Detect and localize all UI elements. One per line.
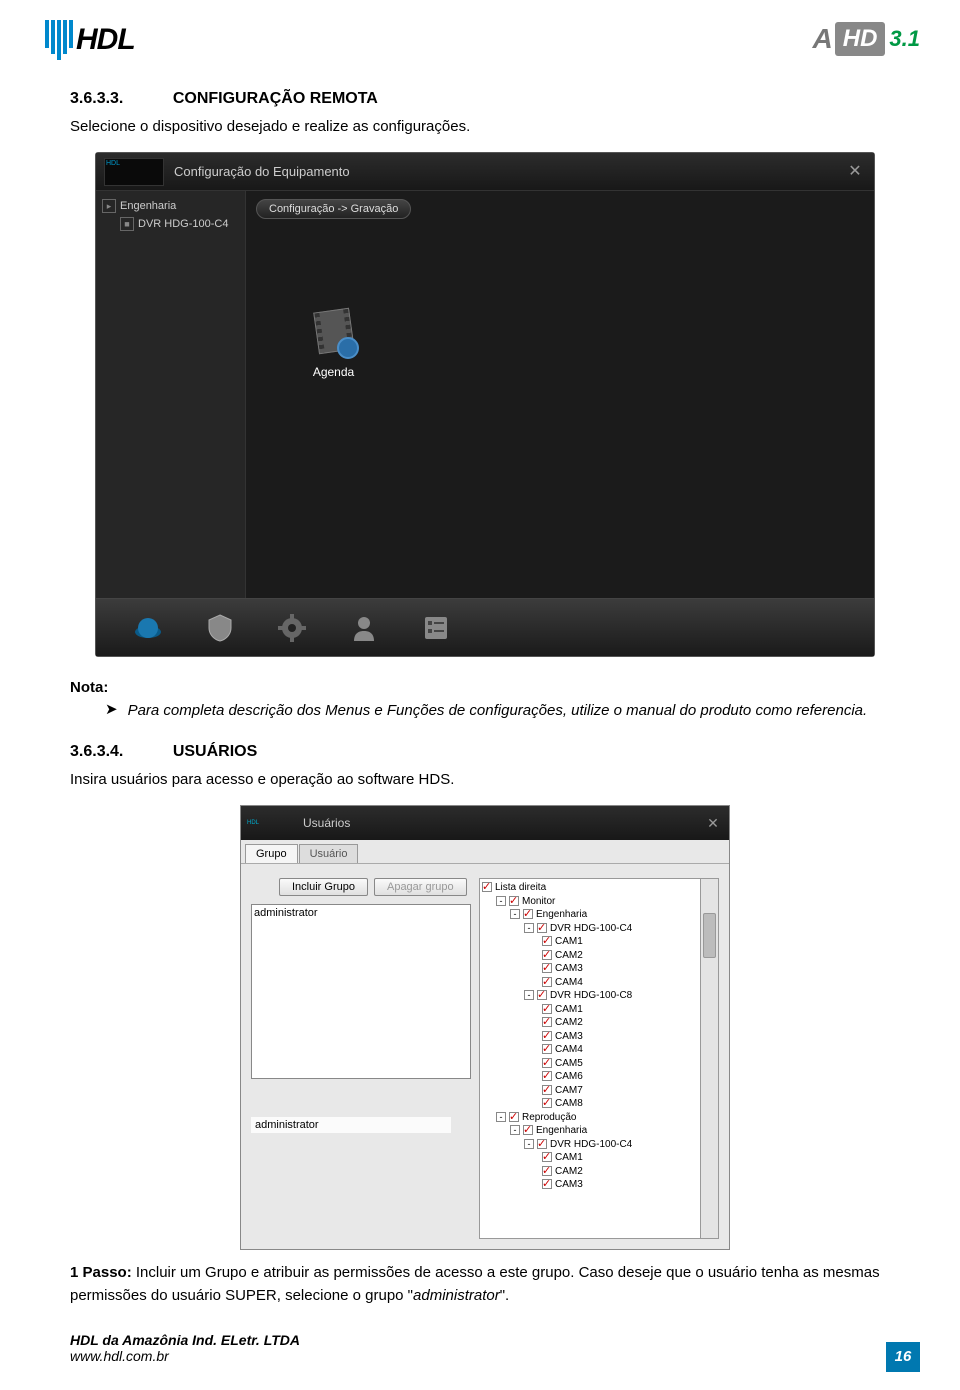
checkbox-icon[interactable] bbox=[542, 1058, 552, 1068]
note-bullet: ➤ Para completa descrição dos Menus e Fu… bbox=[105, 700, 900, 721]
checkbox-icon[interactable] bbox=[542, 1179, 552, 1189]
section-text: Selecione o dispositivo desejado e reali… bbox=[70, 116, 900, 137]
tree-child-label: DVR HDG-100-C4 bbox=[138, 218, 228, 230]
logo-hdl-text: HDL bbox=[76, 23, 135, 57]
checkbox-icon[interactable] bbox=[523, 1125, 533, 1135]
toolbar-user-icon[interactable] bbox=[342, 608, 386, 648]
window-title: Usuários bbox=[303, 816, 350, 830]
scroll-thumb[interactable] bbox=[703, 913, 716, 958]
toolbar-checklist-icon[interactable] bbox=[414, 608, 458, 648]
tree-root-label: Engenharia bbox=[120, 200, 176, 212]
titlebar: HDL Configuração do Equipamento ✕ bbox=[96, 153, 874, 191]
folder-icon: ▸ bbox=[102, 199, 116, 213]
checkbox-icon[interactable] bbox=[542, 1044, 552, 1054]
collapse-icon[interactable]: - bbox=[524, 923, 534, 933]
checkbox-icon[interactable] bbox=[509, 896, 519, 906]
toolbar-gear-icon[interactable] bbox=[270, 608, 314, 648]
left-column: Incluir Grupo Apagar grupo administrator… bbox=[251, 878, 471, 1239]
checkbox-icon[interactable] bbox=[542, 1004, 552, 1014]
bullet-arrow-icon: ➤ bbox=[105, 700, 118, 721]
page-footer: HDL da Amazônia Ind. ELetr. LTDA www.hdl… bbox=[70, 1332, 300, 1364]
main-panel: Configuração -> Gravação Agenda bbox=[246, 191, 874, 598]
checkbox-icon[interactable] bbox=[537, 923, 547, 933]
tab-grupo[interactable]: Grupo bbox=[245, 844, 298, 863]
note-text: Para completa descrição dos Menus e Funç… bbox=[128, 700, 868, 721]
collapse-icon[interactable]: - bbox=[524, 1139, 534, 1149]
checkbox-icon[interactable] bbox=[542, 1017, 552, 1027]
toolbar-shield-icon[interactable] bbox=[198, 608, 242, 648]
tree-root[interactable]: ▸ Engenharia bbox=[102, 197, 239, 215]
logo-ahd: A HD 3.1 bbox=[813, 22, 921, 56]
agenda-icon bbox=[306, 306, 361, 361]
screenshot-config-window: HDL Configuração do Equipamento ✕ ▸ Enge… bbox=[95, 152, 875, 657]
tab-bar: Grupo Usuário bbox=[241, 840, 729, 864]
logo-a: A bbox=[813, 23, 833, 55]
logo-bars-icon bbox=[45, 20, 73, 60]
collapse-icon[interactable]: - bbox=[510, 1125, 520, 1135]
tree-child[interactable]: ■ DVR HDG-100-C4 bbox=[120, 215, 239, 233]
permission-tree[interactable]: Lista direita -Monitor -Engenharia -DVR … bbox=[479, 878, 701, 1239]
button-row: Incluir Grupo Apagar grupo bbox=[279, 878, 471, 896]
checkbox-icon[interactable] bbox=[537, 1139, 547, 1149]
page-number: 16 bbox=[886, 1342, 920, 1372]
section-title: CONFIGURAÇÃO REMOTA bbox=[173, 90, 378, 107]
close-button[interactable]: ✕ bbox=[703, 814, 723, 832]
screenshot-users-dialog: HDL Usuários ✕ Grupo Usuário Incluir Gru… bbox=[240, 805, 730, 1250]
window-title: Configuração do Equipamento bbox=[174, 164, 350, 179]
checkbox-icon[interactable] bbox=[537, 990, 547, 1000]
titlebar: HDL Usuários ✕ bbox=[241, 806, 729, 840]
passo-text: 1 Passo: Incluir um Grupo e atribuir as … bbox=[70, 1262, 900, 1307]
right-column: Lista direita -Monitor -Engenharia -DVR … bbox=[479, 878, 719, 1239]
checkbox-icon[interactable] bbox=[482, 882, 492, 892]
checkbox-icon[interactable] bbox=[509, 1112, 519, 1122]
section-heading-1: 3.6.3.3. CONFIGURAÇÃO REMOTA bbox=[70, 90, 900, 108]
dialog-body: Incluir Grupo Apagar grupo administrator… bbox=[241, 864, 729, 1249]
app-logo-icon: HDL bbox=[104, 158, 164, 186]
footer-url: www.hdl.com.br bbox=[70, 1348, 300, 1364]
section-title: USUÁRIOS bbox=[173, 743, 257, 760]
group-listbox[interactable]: administrator bbox=[251, 904, 471, 1079]
collapse-icon[interactable]: - bbox=[496, 896, 506, 906]
checkbox-icon[interactable] bbox=[542, 1166, 552, 1176]
collapse-icon[interactable]: - bbox=[510, 909, 520, 919]
section-number: 3.6.3.4. bbox=[70, 743, 123, 760]
checkbox-icon[interactable] bbox=[542, 963, 552, 973]
logo-version: 3.1 bbox=[889, 26, 920, 52]
checkbox-icon[interactable] bbox=[542, 936, 552, 946]
checkbox-icon[interactable] bbox=[542, 977, 552, 987]
passo-label: 1 Passo: bbox=[70, 1264, 132, 1281]
checkbox-icon[interactable] bbox=[542, 1071, 552, 1081]
checkbox-icon[interactable] bbox=[542, 950, 552, 960]
tab-usuario[interactable]: Usuário bbox=[299, 844, 359, 863]
toolbar-record-icon[interactable] bbox=[126, 608, 170, 648]
note-label: Nota: bbox=[70, 679, 900, 696]
checkbox-icon[interactable] bbox=[542, 1152, 552, 1162]
section-text: Insira usuários para acesso e operação a… bbox=[70, 769, 900, 790]
device-icon: ■ bbox=[120, 217, 134, 231]
bottom-toolbar bbox=[96, 598, 874, 656]
close-button[interactable]: ✕ bbox=[844, 162, 866, 182]
app-logo-icon: HDL bbox=[247, 811, 297, 835]
collapse-icon[interactable]: - bbox=[496, 1112, 506, 1122]
logo-hd: HD bbox=[835, 22, 886, 56]
delete-group-button: Apagar grupo bbox=[374, 878, 467, 896]
logo-hdl: HDL bbox=[45, 20, 135, 60]
checkbox-icon[interactable] bbox=[542, 1085, 552, 1095]
section-heading-2: 3.6.3.4. USUÁRIOS bbox=[70, 743, 900, 761]
footer-company: HDL da Amazônia Ind. ELetr. LTDA bbox=[70, 1332, 300, 1348]
scrollbar[interactable] bbox=[701, 878, 719, 1239]
section-number: 3.6.3.3. bbox=[70, 90, 123, 107]
add-group-button[interactable]: Incluir Grupo bbox=[279, 878, 368, 896]
agenda-label: Agenda bbox=[306, 365, 361, 379]
checkbox-icon[interactable] bbox=[542, 1031, 552, 1041]
list-item[interactable]: administrator bbox=[254, 907, 468, 919]
group-name-field[interactable]: administrator bbox=[251, 1117, 451, 1133]
window-body: ▸ Engenharia ■ DVR HDG-100-C4 Configuraç… bbox=[96, 191, 874, 598]
checkbox-icon[interactable] bbox=[523, 909, 533, 919]
breadcrumb: Configuração -> Gravação bbox=[256, 199, 411, 219]
agenda-button[interactable]: Agenda bbox=[306, 306, 361, 379]
collapse-icon[interactable]: - bbox=[524, 990, 534, 1000]
checkbox-icon[interactable] bbox=[542, 1098, 552, 1108]
device-tree[interactable]: ▸ Engenharia ■ DVR HDG-100-C4 bbox=[96, 191, 246, 598]
